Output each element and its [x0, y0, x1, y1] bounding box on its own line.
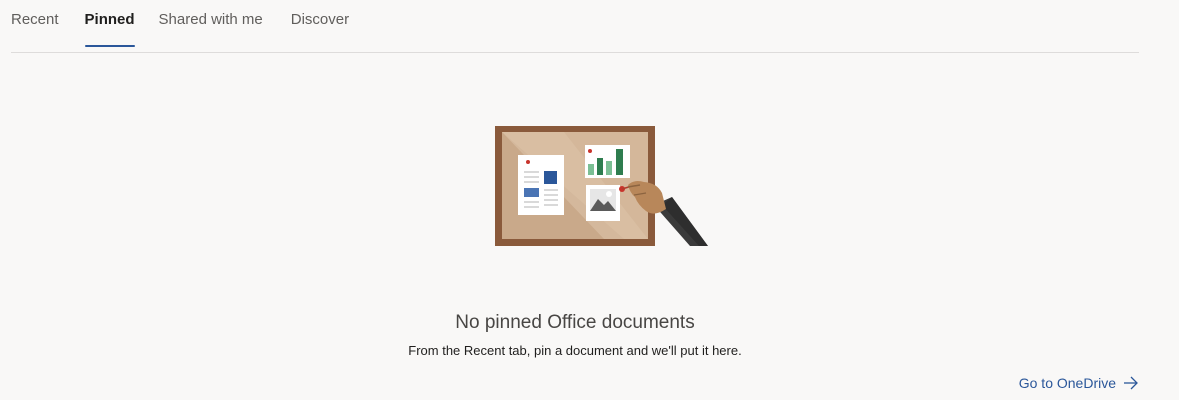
empty-state-title: No pinned Office documents: [455, 312, 695, 333]
tab-recent-label: Recent: [11, 11, 59, 28]
photo-card: [586, 185, 620, 221]
arrow-right-icon: [1124, 376, 1138, 390]
tab-shared-with-me-label: Shared with me: [158, 11, 263, 28]
corkboard-pin-illustration: [495, 126, 708, 246]
tab-pinned[interactable]: Pinned: [84, 0, 135, 49]
tab-shared-with-me[interactable]: Shared with me: [159, 0, 263, 49]
tab-discover-label: Discover: [290, 11, 350, 28]
tab-pinned-label: Pinned: [84, 11, 135, 28]
go-to-onedrive-label: Go to OneDrive: [1018, 375, 1116, 391]
tab-discover[interactable]: Discover: [291, 0, 349, 49]
selected-tab-indicator: [84, 45, 135, 47]
empty-state-subtitle: From the Recent tab, pin a document and …: [408, 343, 742, 358]
tab-divider: [11, 52, 1139, 53]
chart-card: [585, 145, 630, 178]
pinned-page: Recent Pinned Shared with me Discover No…: [0, 0, 1179, 400]
go-to-onedrive-link[interactable]: Go to OneDrive: [1019, 375, 1139, 391]
document-paper: [518, 155, 564, 215]
tab-recent[interactable]: Recent: [11, 0, 59, 49]
tab-bar: Recent Pinned Shared with me Discover: [11, 0, 349, 52]
